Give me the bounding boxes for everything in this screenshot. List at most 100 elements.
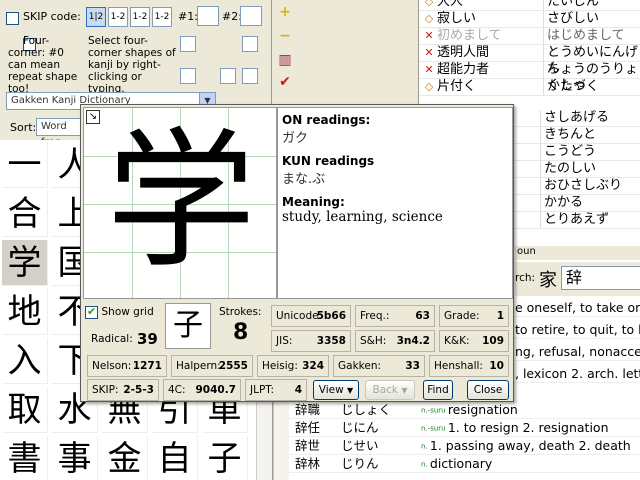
definition-value: 1. to resign 2. resignation <box>447 420 609 435</box>
search-kanji-button[interactable]: 家 <box>539 266 557 292</box>
show-grid-toggle[interactable]: Show grid <box>85 305 154 319</box>
reading-text: じせい <box>341 438 379 453</box>
back-button[interactable]: Back ▼ <box>365 380 415 400</box>
resize-arrow-icon[interactable]: ↘ <box>86 110 100 124</box>
list-item[interactable]: さしあげる <box>514 110 640 127</box>
reading-text: きちんと <box>540 127 596 143</box>
sh-field: S&H: 3n4.2 <box>355 330 435 352</box>
definition-text: n.-suru resignation <box>421 402 518 419</box>
delete-icon[interactable]: ✕ <box>423 28 435 44</box>
kanji-cell[interactable]: 取 <box>2 387 48 433</box>
dictionary-row[interactable]: 辞任 じにん n.-suru 1. to resign 2. resignation <box>273 420 640 437</box>
list-item[interactable]: ◇ 大人 たいじん <box>419 0 640 11</box>
four-corner-selector[interactable] <box>180 36 260 86</box>
corner-bottom-right[interactable] <box>242 68 258 84</box>
kanji-cell[interactable]: 合 <box>2 191 48 237</box>
list-item[interactable]: ◇ 片付く かたづく <box>419 79 640 96</box>
definition-text: ng, refusal, nonacceptance <box>515 344 640 359</box>
definition-text: n.-suru 1. to resign 2. resignation <box>421 420 609 437</box>
num2-input[interactable] <box>240 6 262 26</box>
corner-bottom-left[interactable] <box>180 68 196 84</box>
list-item[interactable]: とりあえず <box>514 212 640 229</box>
books-icon[interactable]: ▥ <box>276 52 294 68</box>
view-button[interactable]: View ▼ <box>313 380 359 400</box>
corner-top-left[interactable] <box>180 36 196 52</box>
checklist-icon[interactable]: ✔ <box>276 74 294 90</box>
skip-type-4-button[interactable]: 1-2 <box>152 7 172 27</box>
dictionary-row[interactable]: 辞世 じせい n. 1. passing away, death 2. death <box>273 438 640 455</box>
corner-extra[interactable] <box>220 68 236 84</box>
kanji-cell[interactable]: 地 <box>2 289 48 335</box>
skip-type-3-button[interactable]: 1-2 <box>130 7 150 27</box>
skip-type-2-button[interactable]: 1-2 <box>108 7 128 27</box>
pos-tag: n. <box>421 460 430 469</box>
kanji-cell[interactable]: 書 <box>2 436 48 480</box>
definition-text: to retire, to quit, to leave <box>515 322 640 337</box>
list-item[interactable]: ◇ 寂しい さびしい <box>419 11 640 28</box>
corner-top-right[interactable] <box>242 36 258 52</box>
list-item[interactable]: きちんと <box>514 127 640 144</box>
grade-field: Grade: 1 <box>439 305 509 327</box>
kanji-cell[interactable]: 一 <box>2 142 48 188</box>
reading-text: はじめまして <box>543 28 625 44</box>
search-label: rch: <box>515 272 536 284</box>
num2-label: #2: <box>222 10 242 23</box>
headword: 辞林 <box>295 456 321 471</box>
four-corner-hint: Select four-corner shapes of kanji by ri… <box>88 35 176 95</box>
add-icon[interactable]: + <box>276 4 294 20</box>
status-icon[interactable]: ◇ <box>423 79 435 95</box>
list-item[interactable]: おひさしぶり <box>514 178 640 195</box>
delete-icon[interactable]: ✕ <box>423 45 435 61</box>
status-icon[interactable]: ◇ <box>423 0 435 10</box>
four-corner-field: 4C: 9040.7 <box>163 379 241 401</box>
list-item[interactable]: たのしい <box>514 161 640 178</box>
dictionary-header: oun <box>515 246 640 260</box>
definition-value: dictionary <box>429 456 493 471</box>
close-button[interactable]: Close <box>467 380 509 400</box>
dictionary-row[interactable]: 辞職 じしょく n.-suru resignation <box>273 402 640 419</box>
skip-label: SKIP code: <box>23 10 81 23</box>
status-icon[interactable]: ◇ <box>423 11 435 27</box>
dictionary-row[interactable]: 辞林 じりん n. dictionary <box>273 456 640 473</box>
on-readings-value: ガク <box>282 131 309 146</box>
kun-readings-value: まな.ぶ <box>282 172 326 187</box>
radical-kanji[interactable]: 子 <box>165 303 211 349</box>
definition-text: e oneself, to take on <box>515 300 640 315</box>
num1-input[interactable] <box>197 6 219 26</box>
kanji-cell[interactable]: 学 <box>2 240 48 286</box>
kanji-cell[interactable]: 子 <box>202 436 248 480</box>
strokes-value: 8 <box>233 320 249 345</box>
kanji-display: 学 ↘ <box>83 107 277 299</box>
skip-type-1-button[interactable]: 1|2 <box>86 7 106 27</box>
word-text: 超能力者 <box>437 62 490 77</box>
list-item[interactable]: かかる <box>514 195 640 212</box>
kanji-cell[interactable]: 入 <box>2 338 48 384</box>
search-input[interactable]: 辞 <box>561 266 640 290</box>
show-grid-checkbox[interactable] <box>85 305 98 319</box>
delete-icon[interactable]: ✕ <box>423 62 435 78</box>
kanji-readings-panel: ON readings: ガク KUN readings まな.ぶ Meanin… <box>277 107 513 299</box>
unicode-field: Unicode: 5b66 <box>271 305 351 327</box>
list-item[interactable]: ✕ 超能力者 ちょうのうりょくしゃ <box>419 62 640 94</box>
sort-select[interactable]: Word freq <box>36 118 82 148</box>
list-item[interactable]: こうどう <box>514 144 640 161</box>
radical-number: 39 <box>137 330 158 348</box>
word-text: 片付く <box>437 79 477 94</box>
kanji-cell[interactable]: 金 <box>102 436 148 480</box>
definition-value: resignation <box>447 402 518 417</box>
list-item[interactable]: ✕ 透明人間 とうめいにんげん <box>419 45 640 77</box>
halpern-field: Halpern: 2555 <box>171 355 253 377</box>
pos-tag: n.-suru <box>421 424 448 433</box>
nelson-field: Nelson: 1271 <box>87 355 167 377</box>
reading-text: さしあげる <box>540 110 609 126</box>
word-list: ◇ 大人 たいじん ◇ 寂しい さびしい ✕ 初めまして はじめまして ✕ 透明人間 とうめいにんげん… <box>418 0 640 104</box>
word-list-continued: さしあげる きちんと こうどう たのしい おひさしぶり かかる とりあえず <box>514 104 640 244</box>
list-item[interactable]: ✕ 初めまして はじめまして <box>419 28 640 45</box>
kanji-cell[interactable]: 自 <box>152 436 198 480</box>
remove-icon[interactable]: − <box>276 28 294 44</box>
pos-tag: n.-suru <box>421 406 448 415</box>
find-button[interactable]: Find <box>423 380 453 400</box>
jis-field: JIS: 3358 <box>271 330 351 352</box>
kanji-cell[interactable]: 事 <box>52 436 98 480</box>
skip-checkbox[interactable] <box>6 11 19 25</box>
